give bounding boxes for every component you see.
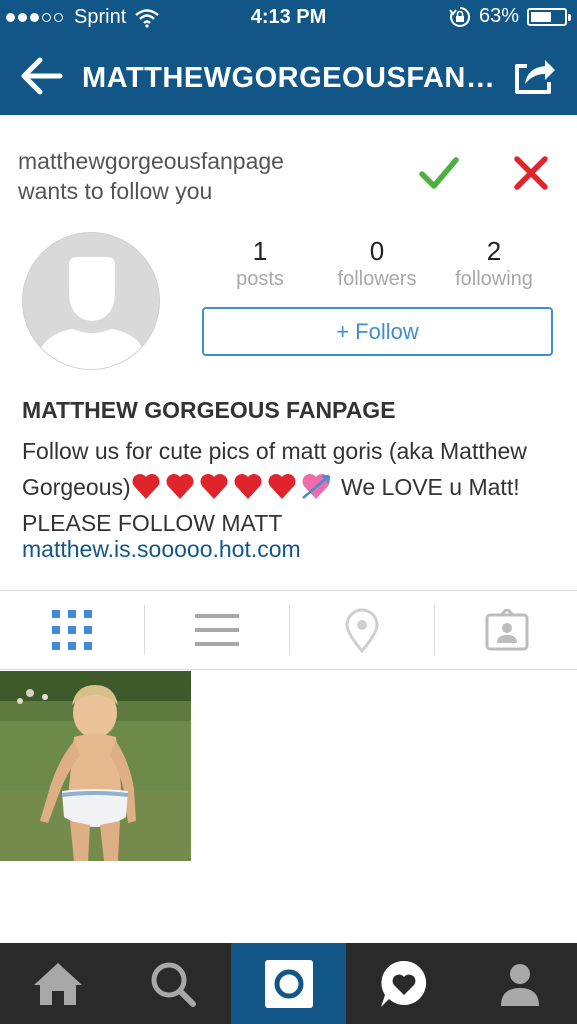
stat-posts[interactable]: 1 posts	[200, 236, 320, 292]
follow-request-username: matthewgorgeousfanpage	[18, 148, 284, 174]
share-icon[interactable]	[511, 52, 557, 98]
checkmark-icon[interactable]	[418, 152, 460, 194]
status-bar: Sprint 4:13 PM 63%	[0, 0, 577, 38]
activity-heart-bubble-icon	[381, 960, 427, 1007]
red-heart-icon	[200, 474, 228, 499]
profile-full-name: MATTHEW GORGEOUS FANPAGE	[22, 397, 396, 423]
red-heart-icon	[268, 474, 296, 499]
heart-with-arrow-icon	[301, 474, 330, 499]
camera-icon	[264, 959, 313, 1008]
default-avatar-icon	[23, 233, 159, 369]
divider-top	[0, 590, 577, 591]
stat-following-value: 2	[486, 236, 502, 266]
photo-thumbnail[interactable]	[0, 671, 191, 861]
tab-tagged-photos[interactable]	[435, 600, 577, 660]
red-heart-icon	[132, 474, 160, 499]
nav-bar: MATTHEWGORGEOUSFANP...	[0, 38, 577, 115]
stat-following-label: following	[455, 268, 533, 290]
grid-icon	[52, 610, 92, 650]
tab-photo-map[interactable]	[290, 600, 434, 660]
bottom-tab-profile[interactable]	[462, 943, 577, 1024]
stat-followers[interactable]: 0 followers	[317, 236, 437, 292]
bottom-tab-home[interactable]	[0, 943, 115, 1024]
arrow-left-icon[interactable]	[20, 54, 64, 98]
page-title: MATTHEWGORGEOUSFANP...	[82, 62, 502, 94]
rotation-lock-icon	[449, 6, 471, 27]
stat-followers-label: followers	[337, 268, 417, 290]
red-heart-icon	[234, 474, 262, 499]
profile-icon	[500, 963, 539, 1006]
x-icon[interactable]	[512, 154, 550, 192]
bottom-tab-bar	[0, 943, 577, 1024]
status-right: 63%	[449, 5, 571, 28]
battery-percent: 63%	[478, 5, 519, 27]
stat-followers-value: 0	[369, 236, 385, 266]
search-icon	[151, 962, 196, 1007]
location-pin-icon	[345, 608, 379, 653]
tab-list-view[interactable]	[145, 600, 289, 660]
profile-bio: Follow us for cute pics of matt goris (a…	[22, 433, 542, 541]
stat-posts-label: posts	[236, 268, 284, 290]
follow-button[interactable]: + Follow	[202, 307, 553, 356]
battery-icon	[527, 7, 571, 26]
avatar	[22, 232, 160, 370]
red-heart-icon	[166, 474, 194, 499]
home-icon	[33, 962, 82, 1005]
divider-bottom	[0, 669, 577, 670]
profile-website-link[interactable]: matthew.is.sooooo.hot.com	[22, 536, 301, 563]
stat-following[interactable]: 2 following	[434, 236, 554, 292]
follow-request-message: wants to follow you	[18, 178, 213, 204]
list-icon	[195, 614, 239, 646]
person-tag-icon	[485, 609, 529, 651]
tab-grid-view[interactable]	[0, 600, 144, 660]
bottom-tab-explore[interactable]	[115, 943, 231, 1024]
bottom-tab-camera[interactable]	[231, 943, 346, 1024]
bio-emojis	[131, 472, 335, 500]
photo-image	[0, 671, 191, 861]
follow-request-text: matthewgorgeousfanpage wants to follow y…	[18, 146, 284, 206]
stat-posts-value: 1	[252, 236, 268, 266]
bottom-tab-activity[interactable]	[346, 943, 462, 1024]
